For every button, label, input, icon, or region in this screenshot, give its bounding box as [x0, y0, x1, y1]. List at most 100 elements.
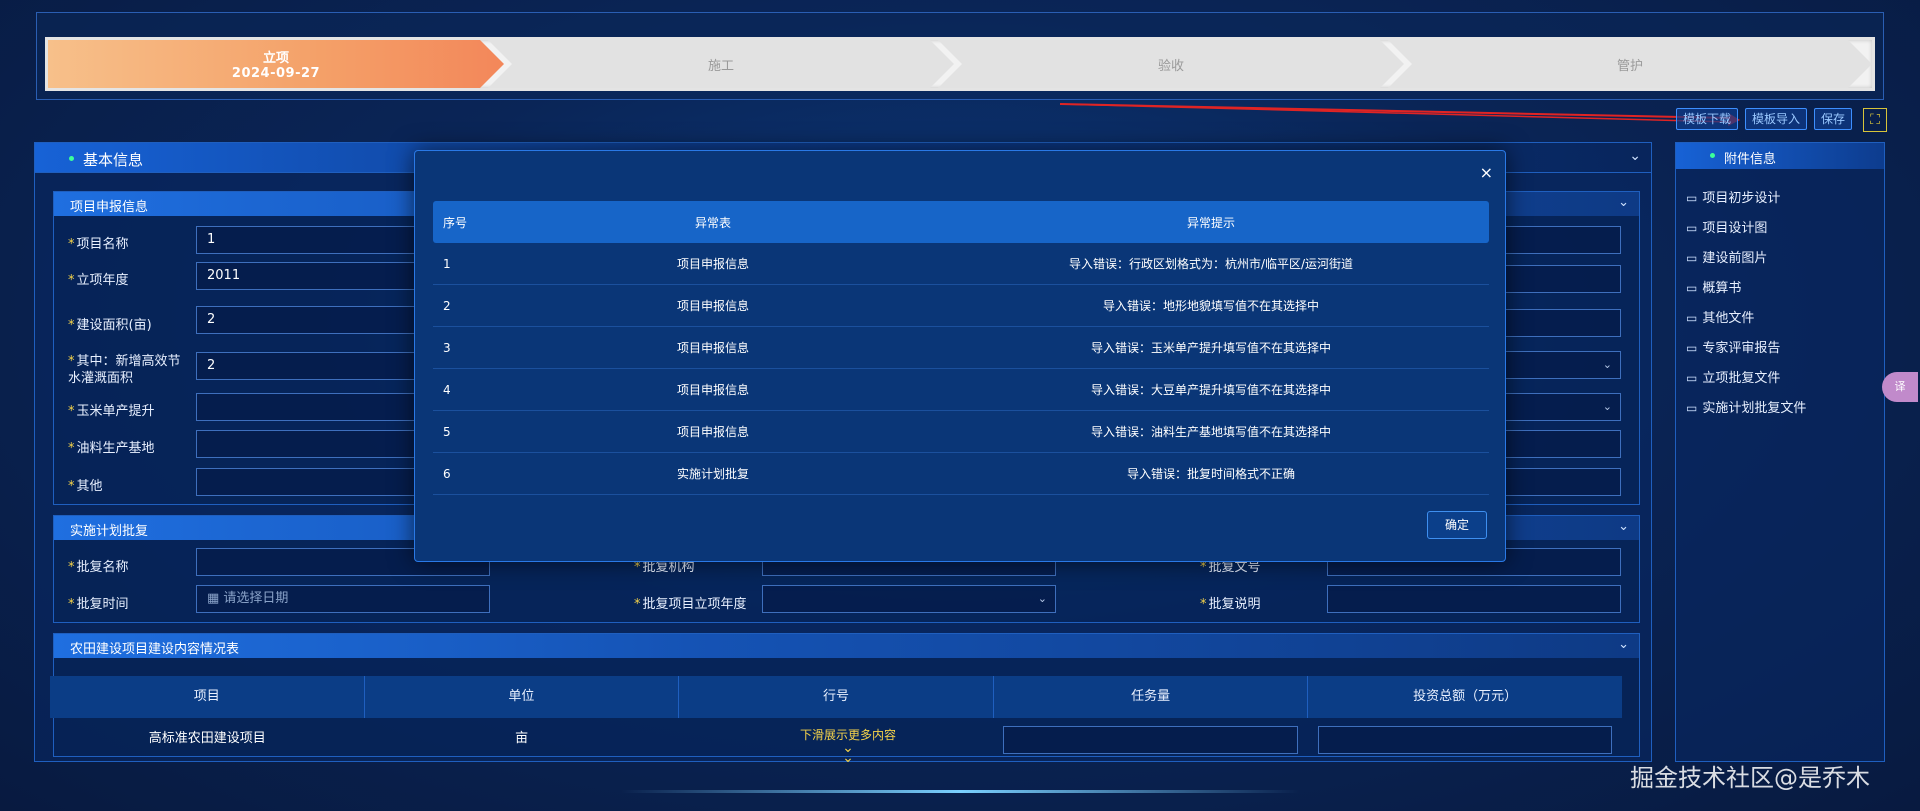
row-table: 项目申报信息	[676, 257, 749, 271]
task-input[interactable]	[1003, 726, 1298, 754]
annotation-arrow-icon	[1060, 103, 1740, 126]
column-header: 投资总额（万元）	[1413, 689, 1518, 704]
approve-year-select[interactable]: ⌄	[762, 585, 1056, 613]
field-label-other: * 其他	[68, 479, 103, 494]
table-row: 3 项目申报信息 导入错误：玉米单产提升填写值不在其选择中	[433, 327, 1489, 369]
column-header: 异常表	[694, 215, 731, 230]
step-yanshou[interactable]: 验收	[938, 40, 1404, 88]
folder-icon: ▭	[1686, 311, 1698, 325]
row-tip: 导入错误：玉米单产提升填写值不在其选择中	[1090, 341, 1331, 355]
field-label-year: * 立项年度	[68, 273, 129, 288]
chevron-down-icon[interactable]: ⌄	[1618, 195, 1629, 210]
chevron-down-icon[interactable]: ⌄	[1618, 519, 1629, 534]
calendar-icon: ▦	[207, 591, 224, 606]
date-placeholder: 请选择日期	[223, 591, 289, 606]
row-table: 实施计划批复	[676, 467, 749, 481]
step-label: 立项	[262, 51, 289, 66]
attachment-title: 附件信息	[1724, 152, 1777, 167]
row-table: 项目申报信息	[676, 425, 749, 439]
attachment-panel: 附件信息 ▭ 项目初步设计 ▭ 项目设计图 ▭ 建设前图片 ▭ 概算书 ▭ 其他文件 ▭ 专…	[1675, 142, 1885, 762]
double-chevron-down-icon: ⌄ ⌄	[842, 740, 854, 766]
folder-icon: ▭	[1686, 251, 1698, 265]
status-dot-icon	[1710, 153, 1715, 158]
section-title: 农田建设项目建设内容情况表	[70, 642, 240, 657]
template-download-button[interactable]: 模板下载	[1676, 108, 1739, 130]
folder-icon: ▭	[1686, 191, 1698, 205]
folder-icon: ▭	[1686, 281, 1698, 295]
row-table: 项目申报信息	[676, 383, 749, 397]
attachment-item[interactable]: ▭ 实施计划批复文件	[1686, 397, 1806, 416]
chevron-down-icon: ⌄	[1037, 592, 1047, 605]
translate-badge-icon[interactable]: 译	[1882, 372, 1918, 402]
chevron-down-icon[interactable]: ⌄	[1618, 637, 1629, 652]
step-lixiang[interactable]: 立项 2024-09-27	[48, 40, 504, 88]
column-header: 行号	[679, 676, 994, 718]
row-no: 6	[443, 466, 451, 481]
chevron-down-icon[interactable]: ⌄	[1629, 148, 1641, 164]
cell-investment	[1308, 718, 1622, 760]
cell-unit: 亩	[515, 731, 529, 746]
table-row: 2 项目申报信息 导入错误：地形地貌填写值不在其选择中	[433, 285, 1489, 327]
fullscreen-icon[interactable]: ⛶	[1863, 108, 1887, 132]
attachment-item[interactable]: ▭ 概算书	[1686, 277, 1741, 296]
section-title: 实施计划批复	[70, 524, 149, 539]
row-table: 项目申报信息	[676, 341, 749, 355]
field-label-area: * 建设面积(亩)	[68, 318, 152, 333]
field-label-approve-year: * 批复项目立项年度	[634, 597, 747, 612]
attachment-item[interactable]: ▭ 专家评审报告	[1686, 337, 1780, 356]
attachment-item[interactable]: ▭ 项目初步设计	[1686, 187, 1780, 206]
step-date: 2024-09-27	[231, 66, 321, 81]
chevron-down-icon: ⌄	[1602, 400, 1612, 413]
row-tip: 导入错误：油料生产基地填写值不在其选择中	[1090, 425, 1331, 439]
row-no: 4	[443, 382, 451, 397]
watermark: 掘金技术社区@是乔木	[1630, 764, 1870, 792]
content-table-header: 项目 单位 行号 任务量 投资总额（万元）	[50, 676, 1622, 718]
panel-title: 基本信息	[83, 151, 144, 169]
column-header: 单位	[365, 676, 680, 718]
attachment-item[interactable]: ▭ 立项批复文件	[1686, 367, 1780, 386]
step-shigong[interactable]: 施工	[488, 40, 954, 88]
table-row: 4 项目申报信息 导入错误：大豆单产提升填写值不在其选择中	[433, 369, 1489, 411]
table-row: 6 实施计划批复 导入错误：批复时间格式不正确	[433, 453, 1489, 495]
field-label-approve-desc: * 批复说明	[1200, 597, 1261, 612]
attachment-header: 附件信息	[1676, 143, 1884, 169]
cell-task	[993, 718, 1307, 760]
row-tip: 导入错误：大豆单产提升填写值不在其选择中	[1090, 383, 1331, 397]
approve-desc-input[interactable]	[1327, 585, 1621, 613]
investment-input[interactable]	[1317, 726, 1613, 754]
row-tip: 导入错误：行政区划格式为：杭州市/临平区/运河街道	[1068, 257, 1354, 271]
step-guanhu[interactable]: 管护	[1388, 40, 1872, 88]
field-label-project-name: * 项目名称	[68, 237, 129, 252]
folder-icon: ▭	[1686, 341, 1698, 355]
approve-date-picker[interactable]: ▦ 请选择日期	[196, 585, 490, 613]
column-header: 序号	[443, 215, 468, 230]
row-no: 3	[443, 340, 451, 355]
column-header: 项目	[50, 676, 365, 718]
attachment-item[interactable]: ▭ 项目设计图	[1686, 217, 1767, 236]
attachment-item[interactable]: ▭ 建设前图片	[1686, 247, 1767, 266]
table-row: 5 项目申报信息 导入错误：油料生产基地填写值不在其选择中	[433, 411, 1489, 453]
table-row: 1 项目申报信息 导入错误：行政区划格式为：杭州市/临平区/运河街道	[433, 243, 1489, 285]
step-label: 验收	[1157, 58, 1184, 74]
column-header: 异常提示	[1186, 215, 1235, 230]
column-header: 任务量	[994, 676, 1309, 718]
bottom-glow-decoration	[620, 790, 1300, 793]
step-label: 施工	[707, 58, 734, 74]
cell-project: 高标准农田建设项目	[148, 731, 266, 746]
folder-icon: ▭	[1686, 221, 1698, 235]
row-no: 5	[443, 424, 451, 439]
row-tip: 导入错误：地形地貌填写值不在其选择中	[1102, 299, 1319, 313]
save-button[interactable]: 保存	[1814, 108, 1853, 130]
confirm-button[interactable]: 确定	[1427, 511, 1487, 539]
close-icon[interactable]: ×	[1480, 163, 1493, 182]
scroll-hint: 下滑展示更多内容 ⌄ ⌄	[798, 726, 898, 766]
folder-icon: ▭	[1686, 371, 1698, 385]
field-label-approve-name: * 批复名称	[68, 560, 129, 575]
field-label-oil: * 油料生产基地	[68, 441, 155, 456]
attachment-item[interactable]: ▭ 其他文件	[1686, 307, 1754, 326]
row-no: 1	[443, 256, 451, 271]
progress-steps: 立项 2024-09-27 施工 验收 管护	[36, 12, 1884, 100]
template-import-button[interactable]: 模板导入	[1745, 108, 1808, 130]
row-tip: 导入错误：批复时间格式不正确	[1126, 467, 1295, 481]
status-dot-icon	[69, 156, 74, 161]
